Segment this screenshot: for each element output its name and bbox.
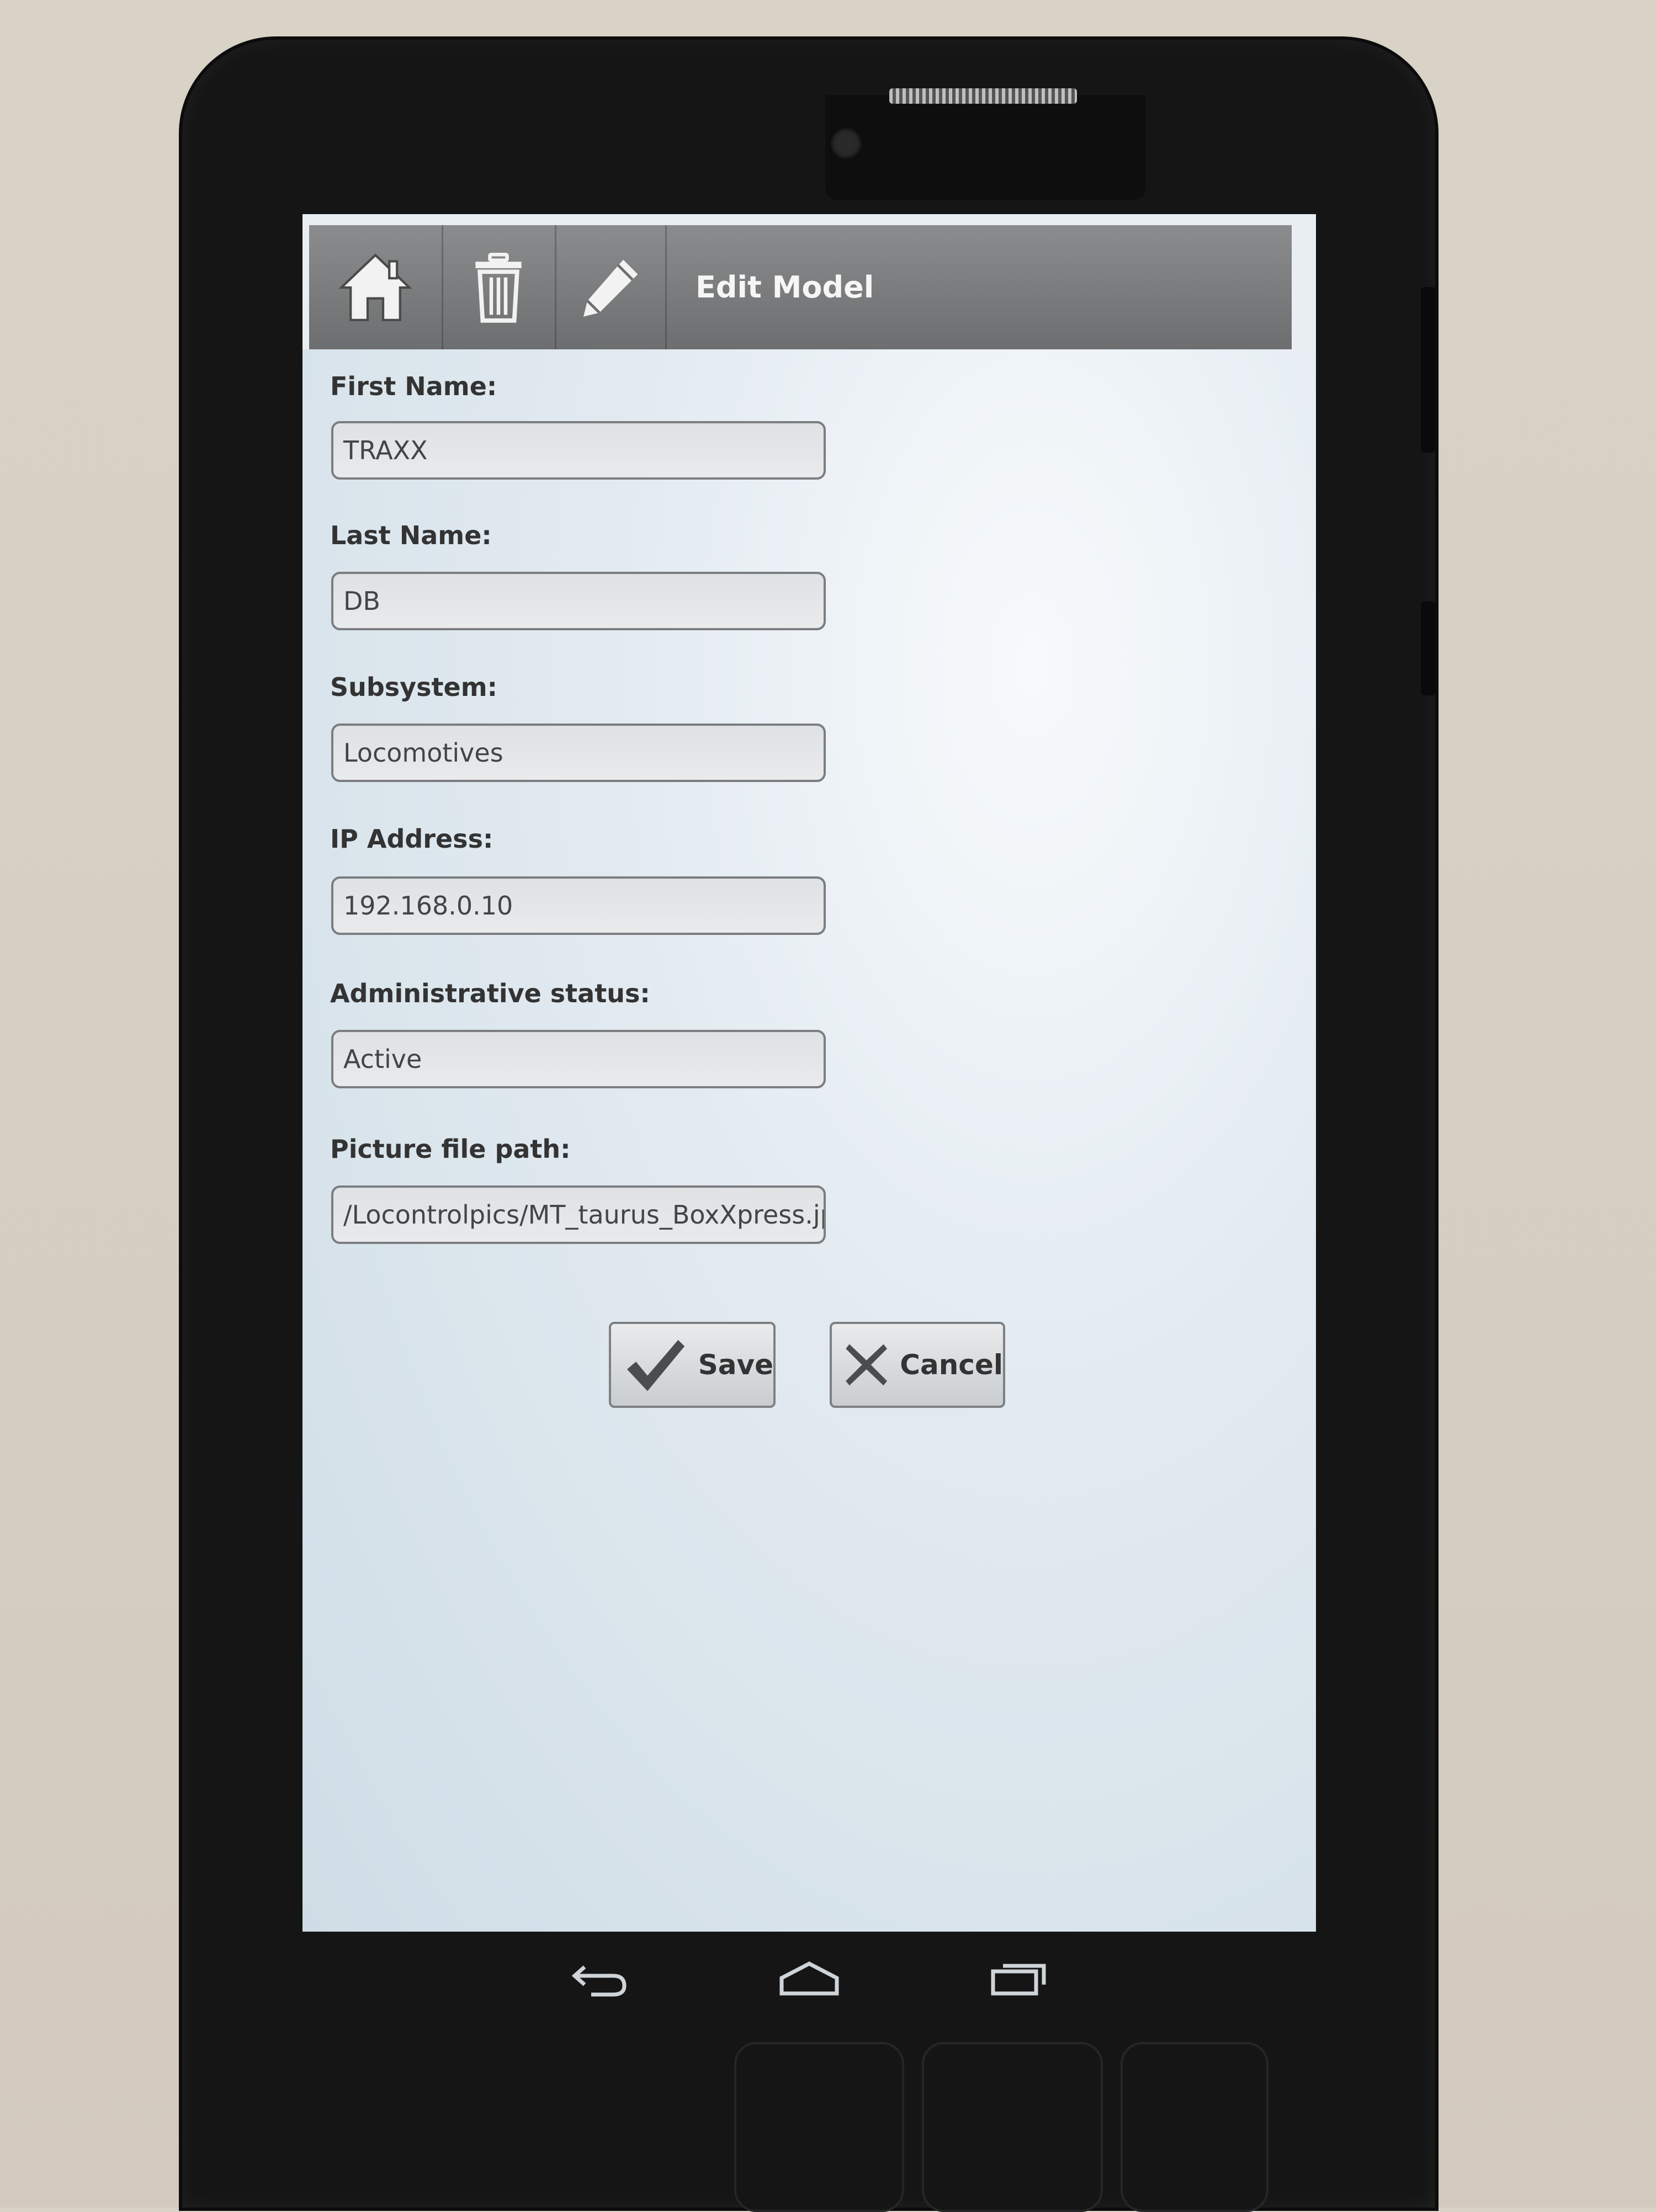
- save-label: Save: [698, 1349, 773, 1381]
- subsystem-field[interactable]: Locomotives: [331, 724, 826, 782]
- home-nav-icon: [779, 1961, 839, 1996]
- back-button[interactable]: [566, 1951, 633, 2006]
- recent-apps-icon: [991, 1964, 1046, 1996]
- pencil-icon: [583, 259, 638, 317]
- reflection-shape: [922, 2042, 1103, 2212]
- edit-model-form: First Name: TRAXX Last Name: DB Subsyste…: [302, 349, 1316, 1932]
- system-nav-bar: [302, 1932, 1316, 2025]
- admin-status-field[interactable]: Active: [331, 1030, 826, 1088]
- trash-icon: [475, 252, 522, 323]
- checkmark-icon: [627, 1339, 685, 1391]
- action-bar: Edit Model: [309, 225, 1292, 352]
- save-button[interactable]: Save: [609, 1322, 776, 1408]
- reflection-shape: [734, 2042, 904, 2212]
- admin-status-label: Administrative status:: [330, 979, 650, 1008]
- last-name-label: Last Name:: [330, 520, 492, 550]
- first-name-field[interactable]: TRAXX: [331, 421, 826, 480]
- home-button[interactable]: [309, 225, 443, 349]
- subsystem-label: Subsystem:: [330, 672, 498, 702]
- edit-button[interactable]: [555, 225, 667, 349]
- front-camera: [831, 128, 862, 159]
- cancel-label: Cancel: [900, 1349, 1003, 1381]
- reflection-shape: [1121, 2042, 1268, 2212]
- ip-address-label: IP Address:: [330, 824, 493, 854]
- power-button: [1421, 602, 1435, 695]
- ip-address-field[interactable]: 192.168.0.10: [331, 876, 826, 935]
- picture-path-label: Picture file path:: [330, 1134, 571, 1164]
- recent-apps-button[interactable]: [986, 1951, 1052, 2006]
- home-icon: [338, 253, 412, 321]
- home-nav-button[interactable]: [776, 1951, 842, 2006]
- delete-button[interactable]: [442, 225, 556, 349]
- close-icon: [846, 1344, 888, 1386]
- camera-notch: [825, 95, 1145, 200]
- screen: Edit Model First Name: TRAXX Last Name: …: [302, 214, 1316, 1932]
- picture-path-field[interactable]: /Locontrolpics/MT_taurus_BoxXpress.jp: [331, 1185, 826, 1244]
- back-icon: [571, 1965, 627, 1997]
- last-name-field[interactable]: DB: [331, 572, 826, 630]
- page-title: Edit Model: [696, 270, 874, 305]
- volume-button: [1421, 287, 1435, 453]
- first-name-label: First Name:: [330, 371, 497, 401]
- speaker-grille: [889, 88, 1077, 104]
- cancel-button[interactable]: Cancel: [830, 1322, 1005, 1408]
